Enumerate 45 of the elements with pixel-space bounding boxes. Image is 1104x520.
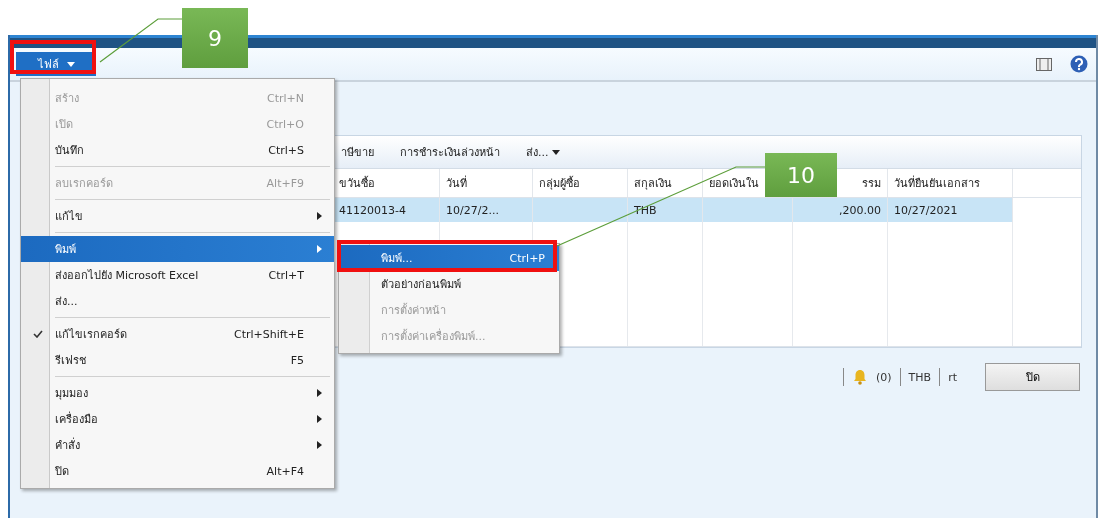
menu-item[interactable]: เครื่องมือ bbox=[21, 406, 334, 432]
column-header[interactable]: วันที่ bbox=[446, 174, 467, 192]
column-header[interactable]: สกุลเงิน bbox=[634, 174, 672, 192]
toolbar-action[interactable]: ส่ง... bbox=[526, 143, 560, 161]
menu-item[interactable]: ส่ง... bbox=[21, 288, 334, 314]
submenu-arrow-icon bbox=[316, 245, 322, 253]
submenu-arrow-icon bbox=[316, 212, 322, 220]
column-header[interactable]: กลุ่มผู้ซื้อ bbox=[539, 174, 580, 192]
table-cell: THB bbox=[634, 203, 657, 217]
menu-item[interactable]: คำสั่ง bbox=[21, 432, 334, 458]
submenu-arrow-icon bbox=[316, 441, 322, 449]
caret-icon bbox=[66, 61, 75, 67]
column-header[interactable]: ขวันซื้อ bbox=[339, 174, 375, 192]
menu-item[interactable]: ตัวอย่างก่อนพิมพ์ bbox=[339, 271, 559, 297]
column-header[interactable]: วันที่ยืนยันเอกสาร bbox=[894, 174, 980, 192]
column-header[interactable]: รรม bbox=[862, 174, 881, 192]
menu-item[interactable]: พิมพ์... Ctrl+P bbox=[339, 245, 559, 271]
menu-item[interactable]: แก้ไข bbox=[21, 203, 334, 229]
menu-item[interactable]: ส่งออกไปยัง Microsoft Excel Ctrl+T bbox=[21, 262, 334, 288]
table-cell: 10/27/2... bbox=[446, 203, 499, 217]
menu-item[interactable]: มุมมอง bbox=[21, 380, 334, 406]
panel-layout-icon[interactable] bbox=[1036, 57, 1052, 71]
table-cell: 10/27/2021 bbox=[894, 203, 958, 217]
menu-item[interactable]: รีเฟรช F5 bbox=[21, 347, 334, 373]
help-icon[interactable] bbox=[1070, 55, 1088, 73]
callout-badge: 10 bbox=[765, 153, 837, 197]
menu-item[interactable]: ปิด Alt+F4 bbox=[21, 458, 334, 484]
checkmark-icon bbox=[33, 330, 43, 338]
menu-item[interactable]: แก้ไขเรกคอร์ด Ctrl+Shift+E bbox=[21, 321, 334, 347]
toolbar-action[interactable]: การชำระเงินล่วงหน้า bbox=[400, 143, 500, 161]
menu-item[interactable]: พิมพ์ bbox=[21, 236, 334, 262]
menu-item[interactable]: บันทึก Ctrl+S bbox=[21, 137, 334, 163]
table-cell: 41120013-4 bbox=[339, 203, 406, 217]
submenu-arrow-icon bbox=[316, 415, 322, 423]
close-button[interactable]: ปิด bbox=[985, 363, 1080, 391]
currency-label: THB bbox=[908, 370, 932, 384]
callout-badge: 9 bbox=[182, 8, 248, 68]
table-row[interactable]: 41120013-4 10/27/2... THB ,200.00 10/27/2021 bbox=[333, 198, 1013, 222]
user-label: rt bbox=[948, 370, 957, 384]
caret-icon bbox=[551, 149, 560, 155]
table-cell: ,200.00 bbox=[839, 203, 881, 217]
notification-count: (0) bbox=[876, 370, 892, 384]
toolbar-action[interactable]: าษีขาย bbox=[341, 143, 374, 161]
column-header[interactable]: ยอดเงินใน bbox=[709, 174, 759, 192]
submenu-arrow-icon bbox=[316, 389, 322, 397]
